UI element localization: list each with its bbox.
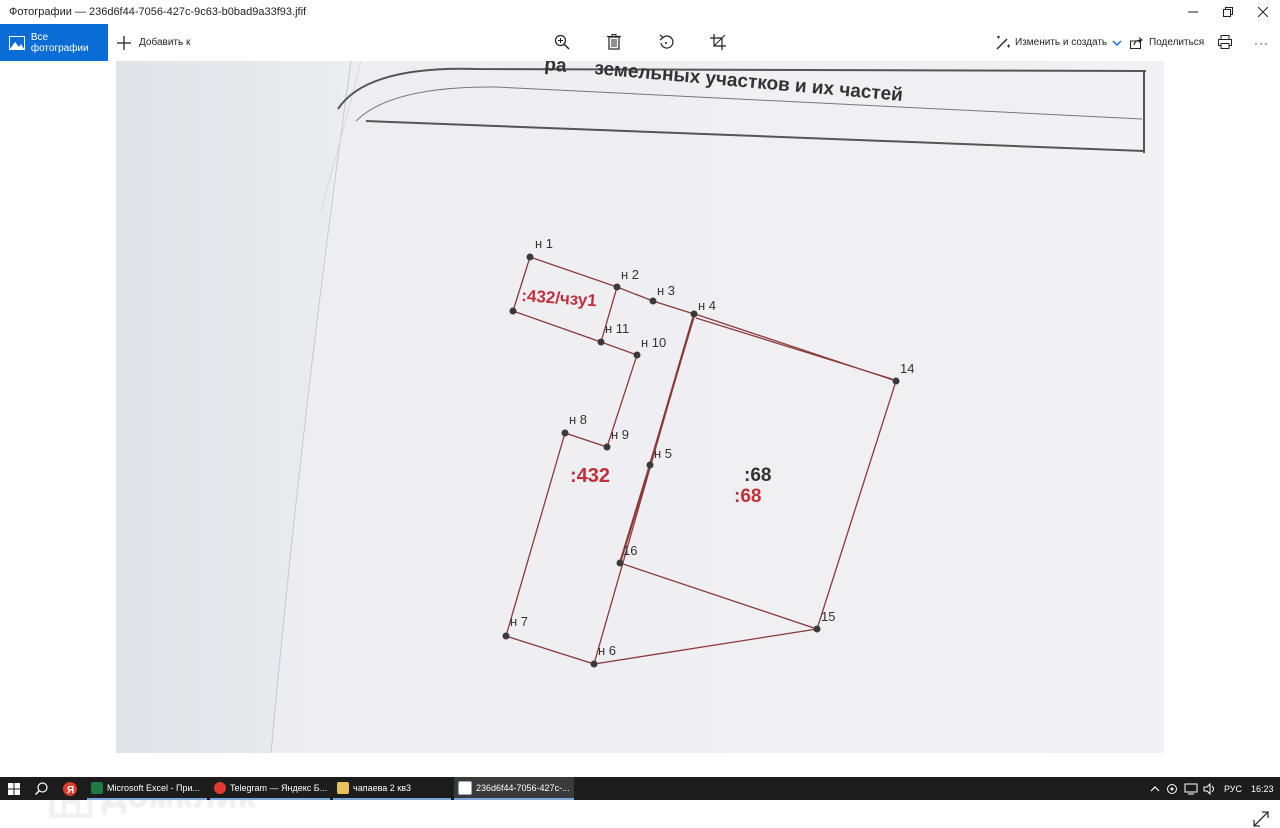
label-n1: н 1 bbox=[535, 236, 553, 251]
task-excel[interactable]: Microsoft Excel - При... bbox=[87, 777, 207, 800]
label-n7: н 7 bbox=[510, 614, 528, 629]
label-n5: н 5 bbox=[654, 446, 672, 461]
point-n7 bbox=[502, 632, 510, 640]
label-n3: н 3 bbox=[657, 283, 675, 298]
chevron-up-icon bbox=[1150, 785, 1160, 791]
volume-tray[interactable] bbox=[1203, 777, 1217, 800]
image-viewer: ра земельных участков и их частей н 1 н … bbox=[0, 61, 1280, 827]
expand-icon[interactable] bbox=[1252, 810, 1270, 828]
crop-button[interactable] bbox=[708, 32, 728, 52]
taskbar: Я Microsoft Excel - При... Telegram — Ян… bbox=[0, 777, 1280, 800]
folder-icon bbox=[337, 781, 349, 794]
parcel-432-label: :432 bbox=[570, 465, 610, 487]
network-icon bbox=[1184, 783, 1198, 794]
task-photos[interactable]: 236d6f44-7056-427c-... bbox=[454, 777, 574, 800]
task-folder[interactable]: чапаева 2 кв3 bbox=[333, 777, 451, 800]
delete-button[interactable] bbox=[604, 32, 624, 52]
point-15 bbox=[813, 625, 821, 633]
crop-icon bbox=[710, 34, 726, 50]
parcel-68-label-red: :68 bbox=[734, 486, 761, 507]
task-photos-label: 236d6f44-7056-427c-... bbox=[476, 782, 570, 793]
yandex-icon: Я bbox=[63, 781, 77, 796]
label-14: 14 bbox=[900, 361, 914, 376]
language-indicator[interactable]: РУС bbox=[1224, 777, 1242, 800]
parcel-68-label-black: :68 bbox=[744, 465, 771, 486]
location-icon bbox=[1167, 783, 1177, 794]
point-n4 bbox=[690, 310, 698, 318]
edit-create-button[interactable]: Изменить и создать bbox=[996, 24, 1122, 61]
window-title: Фотографии — 236d6f44-7056-427c-9c63-b0b… bbox=[9, 6, 307, 18]
task-excel-label: Microsoft Excel - При... bbox=[107, 782, 201, 793]
print-button[interactable] bbox=[1215, 32, 1235, 52]
show-hidden-icons[interactable] bbox=[1150, 777, 1160, 800]
all-photos-button[interactable]: Все фотографии bbox=[0, 24, 108, 61]
point-n9 bbox=[603, 443, 611, 451]
label-n9: н 9 bbox=[611, 427, 629, 442]
share-label: Поделиться bbox=[1149, 37, 1205, 48]
point-n5 bbox=[646, 461, 654, 469]
clock[interactable]: 16:23 bbox=[1251, 777, 1274, 800]
label-n6: н 6 bbox=[598, 643, 616, 658]
image-icon bbox=[9, 35, 25, 50]
label-15: 15 bbox=[821, 609, 835, 624]
all-photos-label: Все фотографии bbox=[30, 31, 89, 54]
yandex-icon bbox=[214, 781, 226, 794]
tray-icon-1[interactable] bbox=[1166, 777, 1178, 800]
chevron-down-icon bbox=[1112, 40, 1122, 46]
windows-icon bbox=[8, 782, 20, 795]
restore-icon bbox=[1223, 7, 1233, 17]
photos-toolbar: Все фотографии Добавить к Изменить и соз… bbox=[0, 24, 1280, 61]
add-to-button[interactable]: Добавить к bbox=[117, 24, 190, 61]
point-n3 bbox=[649, 297, 657, 305]
minimize-button[interactable] bbox=[1175, 0, 1211, 24]
trash-icon bbox=[607, 34, 621, 50]
label-n10: н 10 bbox=[641, 335, 666, 350]
rotate-icon bbox=[659, 34, 674, 49]
edit-create-label: Изменить и создать bbox=[1015, 37, 1108, 48]
minimize-icon bbox=[1188, 11, 1198, 13]
share-button[interactable]: Поделиться bbox=[1130, 24, 1204, 61]
point-n6 bbox=[590, 660, 598, 668]
zoom-in-button[interactable] bbox=[552, 32, 572, 52]
photos-icon bbox=[458, 780, 472, 795]
printer-icon bbox=[1218, 35, 1232, 49]
svg-text:Я: Я bbox=[67, 785, 74, 796]
task-telegram[interactable]: Telegram — Яндекс Б... bbox=[210, 777, 330, 800]
label-n8: н 8 bbox=[569, 412, 587, 427]
restore-button[interactable] bbox=[1210, 0, 1246, 24]
search-icon bbox=[35, 782, 48, 795]
point-n10 bbox=[633, 351, 641, 359]
close-icon bbox=[1258, 7, 1268, 17]
point-n2 bbox=[613, 283, 621, 291]
share-icon bbox=[1130, 36, 1143, 49]
point-n11 bbox=[597, 338, 605, 346]
point-16 bbox=[616, 559, 624, 567]
point-n1-lower bbox=[509, 307, 517, 315]
more-options-button[interactable]: ··· bbox=[1254, 24, 1269, 61]
zoom-in-icon bbox=[554, 34, 570, 50]
task-folder-label: чапаева 2 кв3 bbox=[353, 782, 411, 793]
label-n11: н 11 bbox=[605, 321, 629, 336]
start-button[interactable] bbox=[8, 777, 20, 800]
edit-icon bbox=[996, 35, 1010, 49]
excel-icon bbox=[91, 781, 103, 794]
label-n4: н 4 bbox=[698, 298, 716, 313]
point-14 bbox=[892, 377, 900, 385]
label-n2: н 2 bbox=[621, 267, 639, 282]
close-button[interactable] bbox=[1245, 0, 1280, 24]
header-fragment: ра bbox=[544, 61, 568, 77]
photo[interactable]: ра земельных участков и их частей н 1 н … bbox=[116, 61, 1164, 753]
title-bar: Фотографии — 236d6f44-7056-427c-9c63-b0b… bbox=[0, 0, 1280, 24]
label-16: 16 bbox=[623, 543, 637, 558]
task-telegram-label: Telegram — Яндекс Б... bbox=[230, 782, 328, 793]
speaker-icon bbox=[1203, 782, 1214, 795]
plus-icon bbox=[117, 35, 131, 50]
point-n1 bbox=[526, 253, 534, 261]
network-tray[interactable] bbox=[1184, 777, 1198, 800]
point-n8 bbox=[561, 429, 569, 437]
search-button[interactable] bbox=[35, 777, 48, 800]
rotate-button[interactable] bbox=[656, 32, 676, 52]
add-to-label: Добавить к bbox=[139, 37, 191, 48]
yandex-browser-pinned[interactable]: Я bbox=[63, 777, 77, 800]
